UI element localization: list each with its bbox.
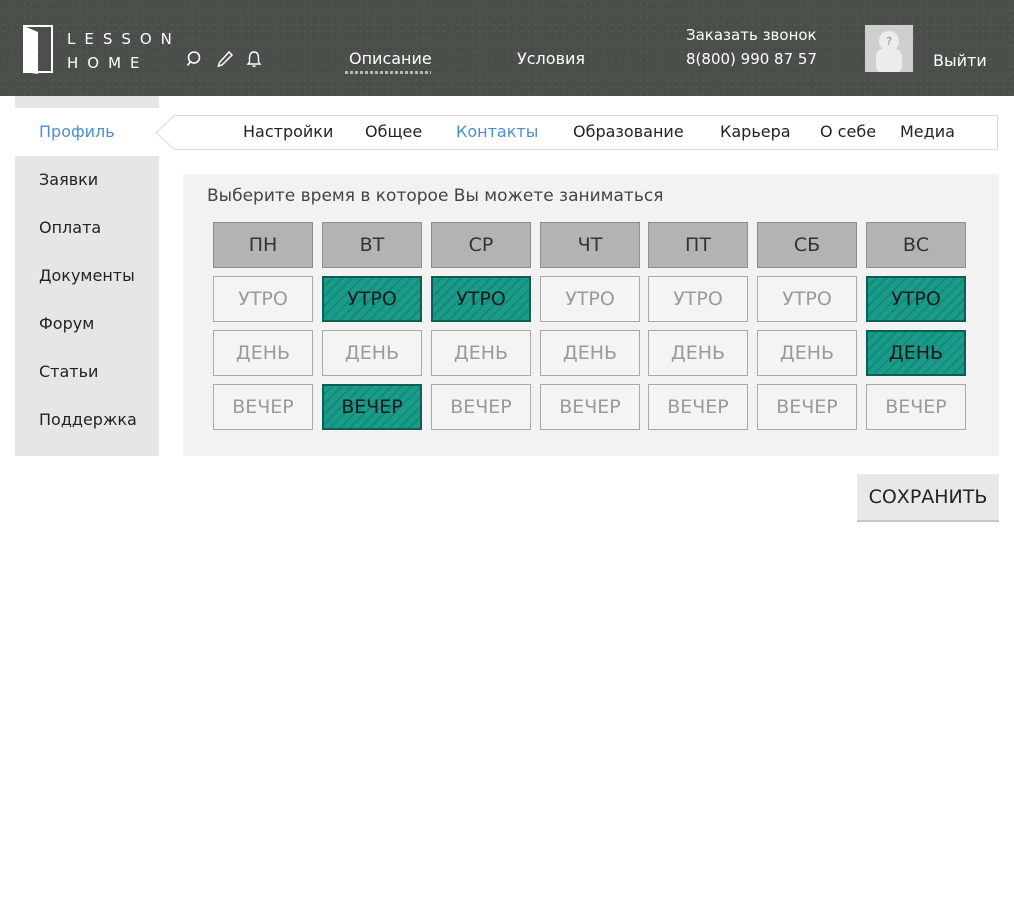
slot-day-wed[interactable]: ДЕНЬ [431, 330, 531, 376]
day-header-sat: СБ [757, 222, 857, 268]
slot-day-fri[interactable]: ДЕНЬ [648, 330, 748, 376]
tab-media[interactable]: Медиа [900, 122, 955, 141]
day-header-tue: ВТ [322, 222, 422, 268]
sidebar-item-label: Оплата [39, 218, 102, 237]
nav-link-description[interactable]: Описание [349, 49, 432, 68]
logo-line-2: HOME [67, 54, 149, 72]
user-placeholder-icon: ? [865, 25, 913, 72]
logout-link[interactable]: Выйти [933, 51, 987, 70]
callback-request-link[interactable]: Заказать звонок [686, 26, 817, 44]
slot-morning-wed[interactable]: УТРО [431, 276, 531, 322]
sidebar-item-label: Форум [39, 314, 95, 333]
schedule-title: Выберите время в которое Вы можете заним… [207, 186, 664, 206]
avatar-question-mark: ? [886, 35, 892, 48]
slot-evening-tue[interactable]: ВЕЧЕР [322, 384, 422, 430]
slot-morning-fri[interactable]: УТРО [648, 276, 748, 322]
bell-icon[interactable] [245, 50, 263, 68]
slot-morning-sat[interactable]: УТРО [757, 276, 857, 322]
slot-evening-thu[interactable]: ВЕЧЕР [540, 384, 640, 430]
avatar[interactable]: ? [865, 25, 913, 72]
tab-general[interactable]: Общее [365, 122, 422, 141]
sidebar-item-support[interactable]: Поддержка [15, 396, 159, 444]
tab-settings[interactable]: Настройки [243, 122, 333, 141]
slot-morning-mon[interactable]: УТРО [213, 276, 313, 322]
slot-day-sun[interactable]: ДЕНЬ [866, 330, 966, 376]
day-header-mon: ПН [213, 222, 313, 268]
sidebar-item-label: Поддержка [39, 410, 137, 429]
sidebar-item-label: Статьи [39, 362, 99, 381]
save-button[interactable]: СОХРАНИТЬ [857, 474, 999, 522]
slot-day-tue[interactable]: ДЕНЬ [322, 330, 422, 376]
sidebar: Профиль Заявки Оплата Документы Форум Ст… [15, 96, 159, 456]
slot-morning-sun[interactable]: УТРО [866, 276, 966, 322]
tab-contacts[interactable]: Контакты [456, 122, 538, 141]
slot-morning-tue[interactable]: УТРО [322, 276, 422, 322]
slot-evening-wed[interactable]: ВЕЧЕР [431, 384, 531, 430]
search-icon[interactable] [186, 50, 204, 68]
tab-about[interactable]: О себе [820, 122, 876, 141]
day-header-wed: СР [431, 222, 531, 268]
tab-education[interactable]: Образование [573, 122, 684, 141]
nav-link-conditions[interactable]: Условия [517, 49, 585, 68]
pencil-icon[interactable] [216, 50, 234, 68]
day-header-sun: ВС [866, 222, 966, 268]
slot-evening-fri[interactable]: ВЕЧЕР [648, 384, 748, 430]
slot-morning-thu[interactable]: УТРО [540, 276, 640, 322]
day-header-thu: ЧТ [540, 222, 640, 268]
top-header: LESSON HOME Описание Условия Заказать зв… [0, 0, 1014, 96]
day-header-fri: ПТ [648, 222, 748, 268]
sidebar-item-requests[interactable]: Заявки [15, 156, 159, 204]
sidebar-item-label: Профиль [39, 122, 115, 141]
sidebar-item-label: Документы [39, 266, 135, 285]
slot-day-mon[interactable]: ДЕНЬ [213, 330, 313, 376]
logo-text[interactable]: LESSON HOME [67, 27, 181, 75]
slot-evening-mon[interactable]: ВЕЧЕР [213, 384, 313, 430]
sidebar-item-forum[interactable]: Форум [15, 300, 159, 348]
active-nav-underline [345, 71, 431, 74]
sidebar-item-documents[interactable]: Документы [15, 252, 159, 300]
slot-evening-sun[interactable]: ВЕЧЕР [866, 384, 966, 430]
logo-line-1: LESSON [67, 30, 181, 48]
sidebar-item-payment[interactable]: Оплата [15, 204, 159, 252]
sidebar-item-profile[interactable]: Профиль [15, 108, 159, 156]
logo-door-icon [23, 25, 53, 74]
phone-number: 8(800) 990 87 57 [686, 50, 817, 68]
tab-career[interactable]: Карьера [720, 122, 791, 141]
slot-day-thu[interactable]: ДЕНЬ [540, 330, 640, 376]
sidebar-item-label: Заявки [39, 170, 99, 189]
sidebar-item-articles[interactable]: Статьи [15, 348, 159, 396]
slot-day-sat[interactable]: ДЕНЬ [757, 330, 857, 376]
slot-evening-sat[interactable]: ВЕЧЕР [757, 384, 857, 430]
